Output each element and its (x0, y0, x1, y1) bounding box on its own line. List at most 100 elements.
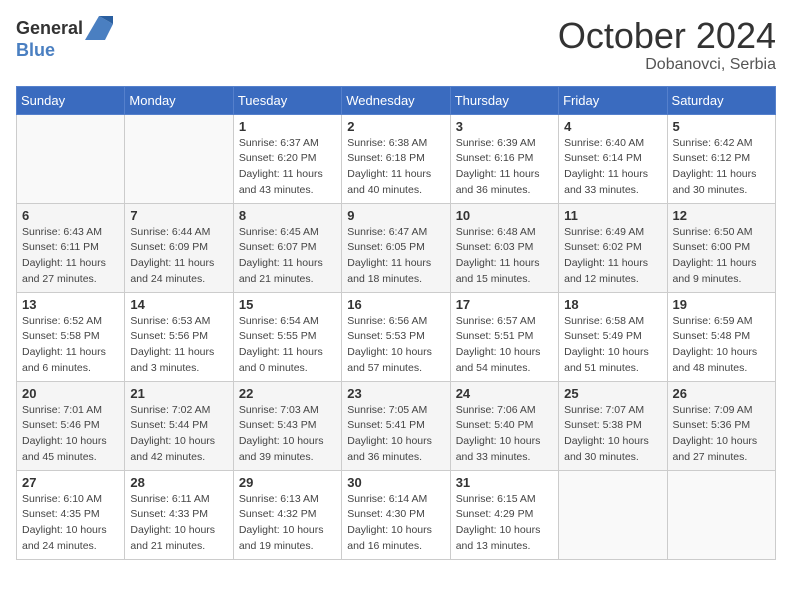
day-number: 12 (673, 208, 770, 223)
calendar-cell: 9Sunrise: 6:47 AMSunset: 6:05 PMDaylight… (342, 203, 450, 292)
day-detail: Sunrise: 6:53 AMSunset: 5:56 PMDaylight:… (130, 314, 227, 377)
day-number: 26 (673, 386, 770, 401)
day-of-week-header: Tuesday (233, 86, 341, 114)
day-number: 28 (130, 475, 227, 490)
day-number: 21 (130, 386, 227, 401)
day-number: 17 (456, 297, 553, 312)
month-title: October 2024 (558, 16, 776, 56)
day-number: 1 (239, 119, 336, 134)
calendar-cell: 5Sunrise: 6:42 AMSunset: 6:12 PMDaylight… (667, 114, 775, 203)
day-detail: Sunrise: 6:14 AMSunset: 4:30 PMDaylight:… (347, 492, 444, 555)
day-detail: Sunrise: 7:06 AMSunset: 5:40 PMDaylight:… (456, 403, 553, 466)
calendar-cell: 15 Sunrise: 6:54 AMSunset: 5:55 PMDayligh… (233, 292, 341, 381)
day-detail: Sunrise: 6:38 AMSunset: 6:18 PMDaylight:… (347, 136, 444, 199)
calendar-table: SundayMondayTuesdayWednesdayThursdayFrid… (16, 86, 776, 560)
location: Dobanovci, Serbia (558, 56, 776, 74)
calendar-cell: 25 Sunrise: 7:07 AMSunset: 5:38 PMDayligh… (559, 381, 667, 470)
day-number: 5 (673, 119, 770, 134)
calendar-cell: 13 Sunrise: 6:52 AMSunset: 5:58 PMDayligh… (17, 292, 125, 381)
day-of-week-header: Friday (559, 86, 667, 114)
calendar-cell: 6Sunrise: 6:43 AMSunset: 6:11 PMDaylight… (17, 203, 125, 292)
calendar-cell: 18Sunrise: 6:58 AMSunset: 5:49 PMDayligh… (559, 292, 667, 381)
day-detail: Sunrise: 6:40 AMSunset: 6:14 PMDaylight:… (564, 136, 661, 199)
day-number: 31 (456, 475, 553, 490)
calendar-cell: 8 Sunrise: 6:45 AMSunset: 6:07 PMDaylight… (233, 203, 341, 292)
day-number: 18 (564, 297, 661, 312)
calendar-week-row: 20 Sunrise: 7:01 AMSunset: 5:46 PMDayligh… (17, 381, 776, 470)
calendar-cell: 23Sunrise: 7:05 AMSunset: 5:41 PMDayligh… (342, 381, 450, 470)
calendar-cell: 3 Sunrise: 6:39 AMSunset: 6:16 PMDaylight… (450, 114, 558, 203)
calendar-cell: 24 Sunrise: 7:06 AMSunset: 5:40 PMDayligh… (450, 381, 558, 470)
calendar-week-row: 6Sunrise: 6:43 AMSunset: 6:11 PMDaylight… (17, 203, 776, 292)
day-number: 10 (456, 208, 553, 223)
day-detail: Sunrise: 6:13 AMSunset: 4:32 PMDaylight:… (239, 492, 336, 555)
day-detail: Sunrise: 6:37 AMSunset: 6:20 PMDaylight:… (239, 136, 336, 199)
day-detail: Sunrise: 6:52 AMSunset: 5:58 PMDaylight:… (22, 314, 119, 377)
day-detail: Sunrise: 6:10 AMSunset: 4:35 PMDaylight:… (22, 492, 119, 555)
day-number: 15 (239, 297, 336, 312)
calendar-cell: 30 Sunrise: 6:14 AMSunset: 4:30 PMDayligh… (342, 470, 450, 559)
page-header: General Blue October 2024 Dobanovci, Ser… (16, 16, 776, 74)
day-of-week-header: Sunday (17, 86, 125, 114)
calendar-cell: 19 Sunrise: 6:59 AMSunset: 5:48 PMDayligh… (667, 292, 775, 381)
day-number: 13 (22, 297, 119, 312)
day-number: 3 (456, 119, 553, 134)
day-detail: Sunrise: 7:02 AMSunset: 5:44 PMDaylight:… (130, 403, 227, 466)
day-number: 25 (564, 386, 661, 401)
calendar-cell: 11Sunrise: 6:49 AMSunset: 6:02 PMDayligh… (559, 203, 667, 292)
logo-icon (85, 16, 113, 40)
day-number: 7 (130, 208, 227, 223)
day-number: 22 (239, 386, 336, 401)
day-detail: Sunrise: 6:48 AMSunset: 6:03 PMDaylight:… (456, 225, 553, 288)
day-detail: Sunrise: 6:39 AMSunset: 6:16 PMDaylight:… (456, 136, 553, 199)
day-number: 4 (564, 119, 661, 134)
day-detail: Sunrise: 6:44 AMSunset: 6:09 PMDaylight:… (130, 225, 227, 288)
calendar-cell: 2 Sunrise: 6:38 AMSunset: 6:18 PMDaylight… (342, 114, 450, 203)
day-detail: Sunrise: 6:57 AMSunset: 5:51 PMDaylight:… (456, 314, 553, 377)
day-detail: Sunrise: 6:11 AMSunset: 4:33 PMDaylight:… (130, 492, 227, 555)
calendar-cell (17, 114, 125, 203)
calendar-cell: 7 Sunrise: 6:44 AMSunset: 6:09 PMDaylight… (125, 203, 233, 292)
calendar-cell: 12Sunrise: 6:50 AMSunset: 6:00 PMDayligh… (667, 203, 775, 292)
calendar-cell: 26 Sunrise: 7:09 AMSunset: 5:36 PMDayligh… (667, 381, 775, 470)
day-detail: Sunrise: 6:45 AMSunset: 6:07 PMDaylight:… (239, 225, 336, 288)
calendar-cell (125, 114, 233, 203)
day-detail: Sunrise: 7:07 AMSunset: 5:38 PMDaylight:… (564, 403, 661, 466)
day-number: 30 (347, 475, 444, 490)
calendar-cell: 14 Sunrise: 6:53 AMSunset: 5:56 PMDayligh… (125, 292, 233, 381)
calendar-cell: 28 Sunrise: 6:11 AMSunset: 4:33 PMDayligh… (125, 470, 233, 559)
calendar-cell: 21 Sunrise: 7:02 AMSunset: 5:44 PMDayligh… (125, 381, 233, 470)
day-of-week-header: Thursday (450, 86, 558, 114)
day-detail: Sunrise: 6:56 AMSunset: 5:53 PMDaylight:… (347, 314, 444, 377)
calendar-cell: 20 Sunrise: 7:01 AMSunset: 5:46 PMDayligh… (17, 381, 125, 470)
calendar-cell: 17 Sunrise: 6:57 AMSunset: 5:51 PMDayligh… (450, 292, 558, 381)
day-number: 8 (239, 208, 336, 223)
day-of-week-header: Saturday (667, 86, 775, 114)
calendar-cell: 16Sunrise: 6:56 AMSunset: 5:53 PMDayligh… (342, 292, 450, 381)
logo-blue: Blue (16, 40, 55, 61)
day-of-week-header: Monday (125, 86, 233, 114)
calendar-week-row: 13 Sunrise: 6:52 AMSunset: 5:58 PMDayligh… (17, 292, 776, 381)
day-number: 19 (673, 297, 770, 312)
day-detail: Sunrise: 7:09 AMSunset: 5:36 PMDaylight:… (673, 403, 770, 466)
day-number: 14 (130, 297, 227, 312)
day-number: 6 (22, 208, 119, 223)
day-number: 20 (22, 386, 119, 401)
day-number: 24 (456, 386, 553, 401)
day-number: 29 (239, 475, 336, 490)
calendar-cell (559, 470, 667, 559)
logo: General Blue (16, 16, 113, 61)
day-number: 11 (564, 208, 661, 223)
day-number: 2 (347, 119, 444, 134)
day-detail: Sunrise: 7:01 AMSunset: 5:46 PMDaylight:… (22, 403, 119, 466)
day-detail: Sunrise: 6:47 AMSunset: 6:05 PMDaylight:… (347, 225, 444, 288)
day-detail: Sunrise: 7:03 AMSunset: 5:43 PMDaylight:… (239, 403, 336, 466)
day-number: 27 (22, 475, 119, 490)
calendar-cell: 10 Sunrise: 6:48 AMSunset: 6:03 PMDayligh… (450, 203, 558, 292)
day-detail: Sunrise: 6:59 AMSunset: 5:48 PMDaylight:… (673, 314, 770, 377)
calendar-cell: 22 Sunrise: 7:03 AMSunset: 5:43 PMDayligh… (233, 381, 341, 470)
calendar-week-row: 27 Sunrise: 6:10 AMSunset: 4:35 PMDayligh… (17, 470, 776, 559)
day-of-week-header: Wednesday (342, 86, 450, 114)
logo-general: General (16, 18, 83, 39)
day-detail: Sunrise: 6:54 AMSunset: 5:55 PMDaylight:… (239, 314, 336, 377)
